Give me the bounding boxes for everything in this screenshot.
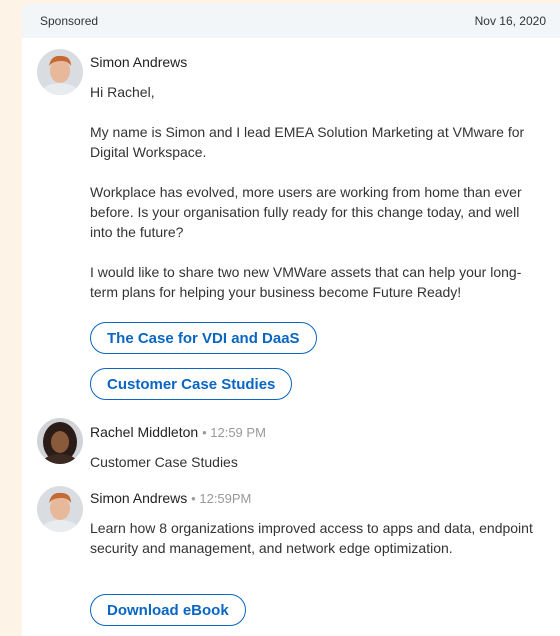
sponsored-message-card: Sponsored Nov 16, 2020 Simon Andrews Hi … <box>22 4 560 636</box>
sender-line: Simon Andrews • 12:59PM <box>90 490 251 506</box>
customer-case-studies-button[interactable]: Customer Case Studies <box>90 368 293 400</box>
paragraph: My name is Simon and I lead EMEA Solutio… <box>90 124 525 160</box>
sender-name[interactable]: Simon Andrews <box>90 54 187 70</box>
separator-dot: • <box>202 425 207 440</box>
sender-name[interactable]: Rachel Middleton <box>90 424 198 440</box>
message-time: 12:59PM <box>199 491 252 506</box>
case-for-vdi-button[interactable]: The Case for VDI and DaaS <box>90 322 317 354</box>
message-header: Sponsored Nov 16, 2020 <box>22 4 560 38</box>
separator-dot: • <box>191 491 196 506</box>
download-ebook-button[interactable]: Download eBook <box>90 594 246 626</box>
message-body: Hi Rachel, My name is Simon and I lead E… <box>90 82 540 322</box>
greeting: Hi Rachel, <box>90 84 155 100</box>
avatar-simon[interactable] <box>37 49 83 95</box>
paragraph: I would like to share two new VMWare ass… <box>90 264 522 300</box>
message-body: Learn how 8 organizations improved acces… <box>90 520 533 556</box>
message-date: Nov 16, 2020 <box>474 14 546 28</box>
paragraph: Workplace has evolved, more users are wo… <box>90 184 522 240</box>
sender-name[interactable]: Simon Andrews <box>90 490 187 506</box>
message-time: 12:59 PM <box>210 425 266 440</box>
sender-line: Rachel Middleton • 12:59 PM <box>90 424 266 440</box>
avatar-simon[interactable] <box>37 486 83 532</box>
message-body: Customer Case Studies <box>90 454 238 470</box>
sponsored-label: Sponsored <box>40 14 99 28</box>
avatar-rachel[interactable] <box>37 418 83 464</box>
